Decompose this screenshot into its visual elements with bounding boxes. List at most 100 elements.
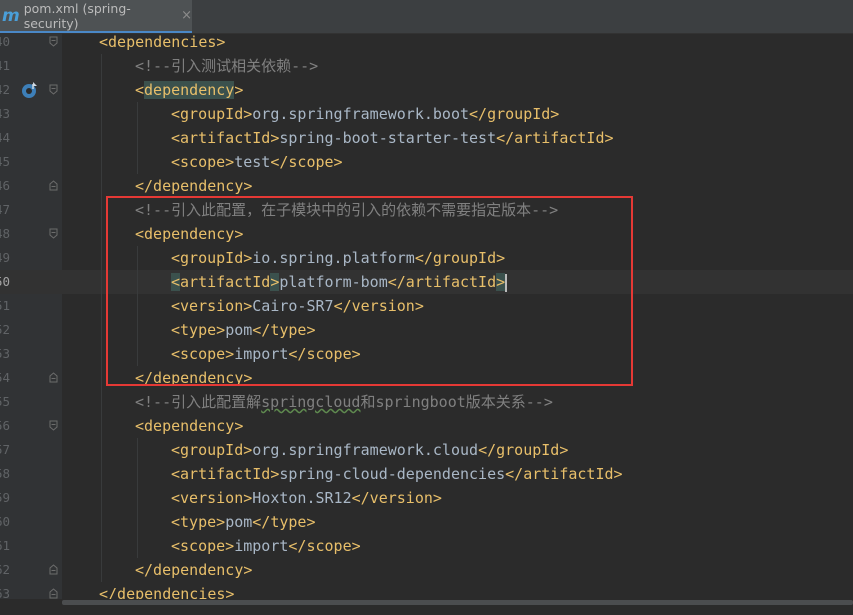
- code-line[interactable]: 60 <type>pom</type>: [0, 510, 853, 534]
- line-number: 44: [0, 130, 11, 145]
- value-token: import: [234, 345, 289, 363]
- tag-token: </artifactId>: [496, 129, 614, 147]
- close-icon[interactable]: ×: [181, 8, 192, 23]
- code-line[interactable]: 43 <groupId>org.springframework.boot</gro…: [0, 102, 853, 126]
- tag-token: <scope>: [171, 537, 235, 555]
- indent-guide: [101, 342, 102, 366]
- fold-end-icon[interactable]: [49, 180, 58, 191]
- fold-icon[interactable]: [49, 420, 58, 431]
- indent-guide: [137, 510, 138, 534]
- indent-guide: [137, 102, 138, 126]
- value-token: test: [234, 153, 271, 171]
- code-line[interactable]: 50<artifactId>platform-bom</artifactId>: [0, 270, 853, 294]
- code-line[interactable]: 53 <scope>import</scope>: [0, 342, 853, 366]
- code-line[interactable]: 61 <scope>import</scope>: [0, 534, 853, 558]
- indent-guide: [137, 534, 138, 558]
- horizontal-scrollbar[interactable]: [62, 599, 853, 615]
- code-line[interactable]: 52 <type>pom</type>: [0, 318, 853, 342]
- indent-guide: [101, 534, 102, 558]
- comment-token: <!--引入测试相关依赖-->: [135, 57, 319, 75]
- fold-icon[interactable]: [49, 84, 58, 95]
- code-line[interactable]: 48 <dependency>: [0, 222, 853, 246]
- tag-token: <groupId>: [171, 441, 253, 459]
- indent-guide: [137, 486, 138, 510]
- line-number: 60: [0, 514, 11, 529]
- line-number: 56: [0, 418, 11, 433]
- line-number: 54: [0, 370, 11, 385]
- code-line[interactable]: 45 <scope>test</scope>: [0, 150, 853, 174]
- run-gutter-icon[interactable]: [21, 81, 39, 99]
- fold-icon[interactable]: [49, 228, 58, 239]
- scrollbar-thumb[interactable]: [62, 600, 853, 605]
- indent-guide: [101, 174, 102, 198]
- line-number: 51: [0, 298, 11, 313]
- indent-guide: [101, 198, 102, 222]
- code-line[interactable]: 57 <groupId>org.springframework.cloud</gr…: [0, 438, 853, 462]
- value-token: Cairo-SR7: [252, 297, 334, 315]
- code-line[interactable]: 41 <!--引入测试相关依赖-->: [0, 54, 853, 78]
- line-number: 50: [0, 274, 11, 289]
- code-line[interactable]: 58 <artifactId>spring-cloud-dependencies<…: [0, 462, 853, 486]
- tag-token: <type>: [171, 513, 226, 531]
- fold-icon[interactable]: [49, 36, 58, 47]
- code-line[interactable]: 55 <!--引入此配置解springcloud和springboot版本关系--…: [0, 390, 853, 414]
- comment-token: springcloud: [261, 393, 361, 411]
- value-token: spring-boot-starter-test: [279, 129, 497, 147]
- tag-token: </groupId>: [469, 105, 560, 123]
- code-editor[interactable]: 40<dependencies>41<!--引入测试相关依赖-->42<depe…: [0, 30, 853, 603]
- code-line[interactable]: 54 </dependency>: [0, 366, 853, 390]
- tab-pom-xml[interactable]: m pom.xml (spring-security) ×: [0, 0, 192, 33]
- line-number: 48: [0, 226, 11, 241]
- text-caret: [505, 273, 508, 292]
- value-token: pom: [225, 321, 253, 339]
- comment-token: 和springboot版本关系-->: [360, 393, 553, 411]
- tag-token: </groupId>: [414, 249, 506, 267]
- code-line[interactable]: 46 </dependency>: [0, 174, 853, 198]
- code-line[interactable]: 44 <artifactId>spring-boot-starter-test</…: [0, 126, 853, 150]
- tag-token: >: [496, 273, 506, 291]
- tag-token: <: [171, 273, 181, 291]
- indent-guide: [101, 246, 102, 270]
- indent-guide: [101, 366, 102, 390]
- code-line[interactable]: 59 <version>Hoxton.SR12</version>: [0, 486, 853, 510]
- value-token: org.springframework.boot: [252, 105, 470, 123]
- tag-token: </scope>: [270, 153, 343, 171]
- code-text: <artifactId>platform-bom</artifactId>: [171, 270, 508, 294]
- tag-token: </type>: [252, 513, 316, 531]
- indent-guide: [101, 222, 102, 246]
- line-number: 55: [0, 394, 11, 409]
- tag-token: </dependency>: [135, 369, 253, 387]
- line-number: 53: [0, 346, 11, 361]
- code-text: <!--引入此配置解springcloud和springboot版本关系-->: [135, 390, 553, 414]
- code-text: <dependency>: [135, 222, 243, 246]
- code-line[interactable]: 56 <dependency>: [0, 414, 853, 438]
- code-line[interactable]: 51 <version>Cairo-SR7</version>: [0, 294, 853, 318]
- code-line[interactable]: 42 <dependency>: [0, 78, 853, 102]
- code-line[interactable]: 49 <groupId>io.spring.platform</groupId>: [0, 246, 853, 270]
- code-text: <dependency>: [135, 414, 243, 438]
- fold-end-icon[interactable]: [49, 372, 58, 383]
- indent-guide: [101, 414, 102, 438]
- tag-token: <artifactId>: [171, 465, 280, 483]
- code-line[interactable]: 40 <dependencies>: [0, 30, 853, 54]
- indent-guide: [137, 246, 138, 270]
- line-number: 63: [0, 586, 11, 601]
- fold-end-icon[interactable]: [49, 564, 58, 575]
- line-number: 49: [0, 250, 11, 265]
- tag-token: <groupId>: [171, 105, 253, 123]
- code-text: <version>Cairo-SR7</version>: [171, 294, 424, 318]
- code-line[interactable]: 62 </dependency>: [0, 558, 853, 582]
- code-text: <version>Hoxton.SR12</version>: [171, 486, 442, 510]
- fold-end-icon[interactable]: [49, 588, 58, 599]
- line-number: 57: [0, 442, 11, 457]
- code-text: <!--引入此配置，在子模块中的引入的依赖不需要指定版本-->: [135, 198, 558, 222]
- tag-token: >: [234, 81, 244, 99]
- tag-token: </artifactId>: [505, 465, 623, 483]
- code-text: <scope>test</scope>: [171, 150, 343, 174]
- indent-guide: [137, 270, 138, 294]
- code-text: <groupId>org.springframework.cloud</grou…: [171, 438, 568, 462]
- value-token: io.spring.platform: [252, 249, 415, 267]
- code-line[interactable]: 47 <!--引入此配置，在子模块中的引入的依赖不需要指定版本-->: [0, 198, 853, 222]
- code-text: <type>pom</type>: [171, 510, 316, 534]
- tag-token: artifactId: [180, 273, 271, 291]
